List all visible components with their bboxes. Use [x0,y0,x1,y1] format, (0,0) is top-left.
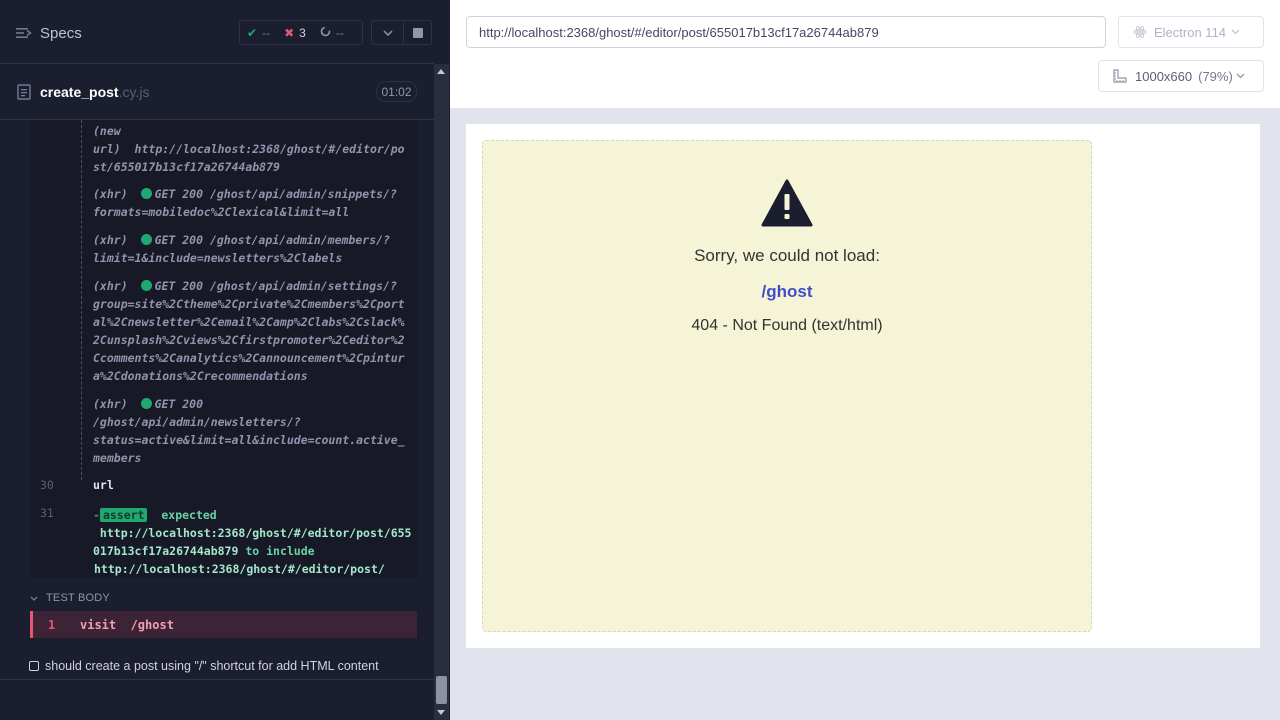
test-title: should create a post using "/" shortcut … [45,659,379,673]
log-entry-xhr[interactable]: (xhr) GET 200 /ghost/api/admin/snippets/… [93,185,413,221]
log-prefix: (xhr) [93,397,128,411]
test-item[interactable]: should create a post using "/" shortcut … [29,657,379,675]
log-prefix: (new [93,124,121,138]
log-assertion[interactable]: - assert expected http://localhost:2368/g… [93,506,413,578]
aut-iframe[interactable]: Sorry, we could not load: /ghost 404 - N… [466,124,1260,648]
spec-file-name[interactable]: create_post.cy.js [40,84,149,100]
spec-name: create_post [40,84,119,100]
log-text: http://localhost:2368/ghost/#/editor/po s… [93,142,405,174]
log-indent-line [81,120,82,480]
chevron-down-icon [382,29,393,36]
pending-icon [320,26,331,40]
browser-select[interactable]: Electron 114 [1118,16,1264,48]
error-path: /ghost [761,282,813,301]
specs-button[interactable]: Specs [16,22,82,44]
pending-count: -- [335,25,344,40]
chevron-down-icon [1231,29,1240,35]
aut-panel: http://localhost:2368/ghost/#/editor/pos… [450,0,1280,720]
viewport-size: 1000x660 [1135,68,1193,84]
error-status: 404 - Not Found (text/html) [691,317,883,334]
specs-list-icon [16,28,32,38]
ruler-icon [1113,69,1127,83]
url-field[interactable]: http://localhost:2368/ghost/#/editor/pos… [466,16,1106,48]
log-text: GET 200 /ghost/api/admin/members/? limit=… [93,233,390,265]
assert-dash: - [93,508,100,522]
assert-target: http://localhost:2368/ghost/#/editor/pos… [94,562,385,576]
viewport-select[interactable]: 1000x660 (79%) [1098,60,1264,92]
log-text: GET 200/ghost/api/admin/newsletters/? sta… [93,397,405,465]
log-prefix: (xhr) [93,233,128,247]
scroll-down-arrow-icon[interactable] [437,710,445,715]
log-text: GET 200 /ghost/api/admin/settings/? group… [93,279,405,383]
status-dot-icon [140,398,152,409]
pending-stat: -- [313,26,351,40]
log-entry-xhr[interactable]: (xhr) GET 200 /ghost/api/admin/settings/… [93,277,415,385]
line-number: 31 [40,506,54,520]
aut-header: http://localhost:2368/ghost/#/editor/pos… [450,0,1280,108]
passed-stat: ✔ -- [240,26,277,40]
test-stats: ✔ -- ✖ 3 -- [239,20,363,45]
failed-count: 3 [299,25,306,40]
stop-icon [412,27,423,38]
log-command-url[interactable]: url [93,478,114,492]
divider [0,679,434,680]
log-text: GET 200 /ghost/api/admin/snippets/? forma… [93,187,397,219]
failed-command-row[interactable]: 1 visit /ghost [30,611,417,638]
status-dot-icon [140,188,152,199]
stop-button[interactable] [403,20,432,45]
chevron-down-icon [1236,73,1245,79]
document-icon [17,84,31,100]
pending-test-icon [29,661,39,671]
scroll-up-arrow-icon[interactable] [437,69,445,74]
log-entry-xhr[interactable]: (xhr) GET 200/ghost/api/admin/newsletter… [93,395,413,467]
failed-command-arg: /ghost [130,617,174,632]
error-message: Sorry, we could not load: [694,246,880,265]
reporter-scrollbar[interactable] [434,64,449,720]
electron-icon [1133,26,1147,38]
log-entry-xhr[interactable]: (xhr) GET 200 /ghost/api/admin/members/?… [93,231,413,267]
toggle-auto-scroll-button[interactable] [371,20,404,45]
status-dot-icon [140,280,152,291]
log-prefix: (xhr) [93,279,128,293]
warning-icon [761,179,813,227]
line-number: 1 [48,617,56,632]
log-entry-new-url[interactable]: (new url) http://localhost:2368/ghost/#/… [93,122,413,176]
spec-extension: .cy.js [118,84,150,100]
line-number: 30 [40,478,54,492]
specs-label: Specs [40,24,82,42]
failed-command-name: visit [80,617,117,632]
x-icon: ✖ [284,25,295,40]
log-prefix: (xhr) [93,187,128,201]
reporter-header: Specs ✔ -- ✖ 3 -- [0,0,434,64]
load-error-panel: Sorry, we could not load: /ghost 404 - N… [482,140,1092,632]
spec-duration: 01:02 [376,81,417,102]
failed-command: visit /ghost [80,618,174,632]
spec-file-header: create_post.cy.js 01:02 [0,65,434,120]
reporter-panel: Specs ✔ -- ✖ 3 -- create_post.cy.js 01:0… [0,0,450,720]
failed-stat: ✖ 3 [277,26,313,40]
chevron-down-icon [30,596,38,601]
check-icon: ✔ [247,25,258,40]
test-body-toggle[interactable]: TEST BODY [30,590,110,606]
assert-badge: assert [99,508,148,522]
test-body-label: TEST BODY [46,592,110,604]
scrollbar-thumb[interactable] [436,676,447,704]
assert-to-include: to include [245,544,315,558]
assert-expected-word: expected [161,508,217,522]
passed-count: -- [262,25,271,40]
status-dot-icon [140,234,152,245]
command-log[interactable]: (new url) http://localhost:2368/ghost/#/… [30,120,418,578]
viewport-scale: (79%) [1198,68,1233,84]
browser-label: Electron 114 [1154,24,1227,40]
